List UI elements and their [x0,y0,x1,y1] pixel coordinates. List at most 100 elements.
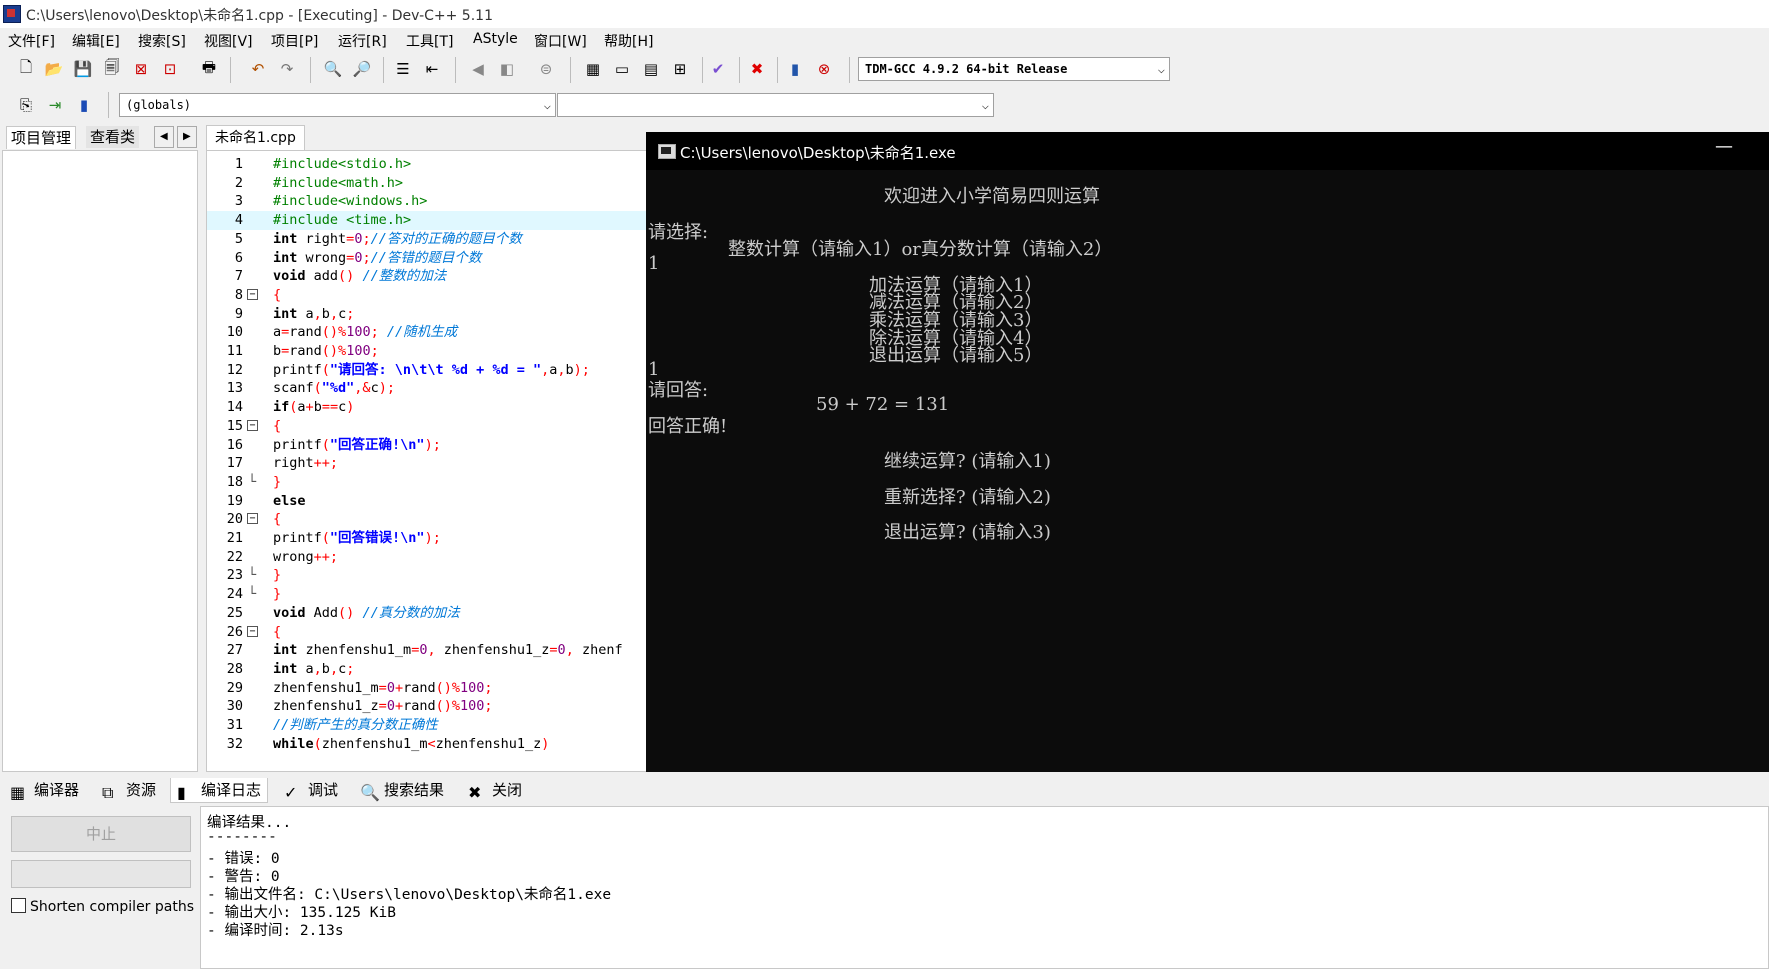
shorten-compiler-paths-checkbox[interactable]: Shorten compiler paths [11,898,194,915]
compile-icon[interactable]: ▦ [582,58,604,80]
bottom-tab-5[interactable]: ✖ 关闭 [462,778,528,802]
code-line[interactable]: 10 a=rand()%100; //随机生成 [207,323,652,342]
menu-item-7[interactable]: AStyle [473,31,518,47]
compiler-select[interactable]: TDM-GCC 4.9.2 64-bit Release ⌵ [858,57,1170,81]
menu-item-4[interactable]: 项目[P] [271,31,318,51]
menu-item-1[interactable]: 编辑[E] [72,31,120,51]
close-file-icon[interactable]: ⊠ [130,58,152,80]
code-line[interactable]: 29 zhenfenshu1_m=0+rand()%100; [207,679,652,698]
minimize-button[interactable]: — [1715,136,1733,157]
code-line[interactable]: 19 else [207,492,652,511]
code-line[interactable]: 1 #include<stdio.h> [207,155,652,174]
close-all-icon[interactable]: ⊡ [159,58,181,80]
profile-icon[interactable]: ▮ [784,58,806,80]
code-line[interactable]: 24 └} [207,585,652,604]
fold-collapse-icon[interactable]: − [247,625,258,637]
code-line[interactable]: 21 printf("回答错误!\n"); [207,529,652,548]
code-line[interactable]: 11 b=rand()%100; [207,342,652,361]
tab-classes[interactable]: 查看类 [86,126,140,148]
toggle-bookmark-icon[interactable]: ⇥ [44,94,66,116]
print-icon[interactable]: 🖶 [198,58,220,80]
menu-item-0[interactable]: 文件[F] [8,31,55,51]
insert-icon[interactable]: ⎘ [15,94,37,116]
code-line[interactable]: 7 void add() //整数的加法 [207,267,652,286]
code-line[interactable]: 32 while(zhenfenshu1_m<zhenfenshu1_z) [207,735,652,754]
code-line[interactable]: 12 printf("请回答: \n\t\t %d + %d = ",a,b); [207,361,652,380]
code-line[interactable]: 17 right++; [207,454,652,473]
code-token: while [273,735,314,752]
code-line[interactable]: 23 └} [207,566,652,585]
code-line[interactable]: 15− { [207,417,652,436]
console-title-bar[interactable]: C:\Users\lenovo\Desktop\未命名1.exe — [646,132,1769,170]
code-line[interactable]: 16 printf("回答正确!\n"); [207,436,652,455]
stop-execution-icon[interactable]: ✖ [746,58,768,80]
bottom-tab-1[interactable]: ⧉ 资源 [96,778,162,802]
goto-bookmark-icon[interactable]: ▮ [73,94,95,116]
console-window[interactable]: C:\Users\lenovo\Desktop\未命名1.exe — 欢迎进入小… [646,132,1769,772]
code-line[interactable]: 25 void Add() //真分数的加法 [207,604,652,623]
rebuild-all-icon[interactable]: ⊞ [669,58,691,80]
code-token: + [305,399,314,416]
code-line[interactable]: 4 #include <time.h> [207,211,652,230]
next-tab-button[interactable]: ▶ [177,126,197,148]
code-line[interactable]: 26− { [207,623,652,642]
fold-collapse-icon[interactable]: − [247,513,258,525]
syntax-check-icon[interactable]: ✔ [707,58,729,80]
scope-select[interactable]: (globals) ⌵ [119,93,556,117]
code-line[interactable]: 31 //判断产生的真分数正确性 [207,716,652,735]
tab-project[interactable]: 项目管理 [6,126,77,149]
goto-forward-icon[interactable]: ◧ [496,58,518,80]
bottom-tab-4[interactable]: 🔍 搜索结果 [354,778,450,802]
save-icon[interactable]: 💾 [72,58,94,80]
menu-item-9[interactable]: 帮助[H] [604,31,653,51]
code-line[interactable]: 13 scanf("%d",&c); [207,379,652,398]
stop-button[interactable]: 中止 [11,816,191,852]
code-editor[interactable]: 1 #include<stdio.h> 2 #include<math.h> 3 #inc… [206,150,653,772]
find-icon[interactable]: 🔍 [322,58,344,80]
menu-item-8[interactable]: 窗口[W] [534,31,587,51]
checkbox-icon[interactable] [11,898,26,913]
unindent-icon[interactable]: ⇤ [421,58,443,80]
tab-untitled-cpp[interactable]: 未命名1.cpp [206,125,305,150]
code-line[interactable]: 2 #include<math.h> [207,174,652,193]
bottom-tab-0[interactable]: ▦ 编译器 [4,778,85,802]
prev-tab-button[interactable]: ◀ [154,126,174,148]
menu-item-2[interactable]: 搜索[S] [138,31,186,51]
open-file-icon[interactable]: 📂 [43,58,65,80]
code-line[interactable]: 18 └} [207,473,652,492]
delete-profile-icon[interactable]: ⊗ [813,58,835,80]
code-line[interactable]: 14 if(a+b==c) [207,398,652,417]
indent-icon[interactable]: ☰ [392,58,414,80]
code-line[interactable]: 30 zhenfenshu1_z=0+rand()%100; [207,697,652,716]
bookmark-icon[interactable]: ⊜ [535,58,557,80]
compile-log-panel: 中止 Shorten compiler paths 编译结果... -------… [0,806,1769,969]
code-line[interactable]: 9 int a,b,c; [207,305,652,324]
code-line[interactable]: 28 int a,b,c; [207,660,652,679]
menu-item-5[interactable]: 运行[R] [338,31,387,51]
code-line[interactable]: 5 int right=0;//答对的正确的题目个数 [207,230,652,249]
project-tree-panel[interactable] [2,150,198,772]
code-line[interactable]: 6 int wrong=0;//答错的题目个数 [207,249,652,268]
goto-back-icon[interactable]: ◀ [467,58,489,80]
compile-log-output[interactable]: 编译结果... -------- - 错误: 0- 警告: 0- 输出文件名: C:… [200,806,1769,969]
fold-collapse-icon[interactable]: − [247,419,258,431]
code-line[interactable]: 27 int zhenfenshu1_m=0, zhenfenshu1_z=0, … [207,641,652,660]
bottom-tab-2[interactable]: ▮ 编译日志 [170,778,269,803]
code-text: int wrong=0;//答错的题目个数 [273,249,481,268]
run-icon[interactable]: ▭ [611,58,633,80]
menu-item-6[interactable]: 工具[T] [406,31,453,51]
member-select[interactable]: ⌵ [557,93,994,117]
compile-run-icon[interactable]: ▤ [640,58,662,80]
redo-icon[interactable]: ↷ [276,58,298,80]
code-line[interactable]: 22 wrong++; [207,548,652,567]
fold-collapse-icon[interactable]: − [247,288,258,300]
code-line[interactable]: 20− { [207,510,652,529]
menu-item-3[interactable]: 视图[V] [204,31,253,51]
bottom-tab-3[interactable]: ✓ 调试 [278,778,344,802]
code-line[interactable]: 8− { [207,286,652,305]
save-all-icon[interactable]: 🗐 [101,58,123,80]
undo-icon[interactable]: ↶ [247,58,269,80]
replace-icon[interactable]: 🔎 [351,58,373,80]
code-line[interactable]: 3 #include<windows.h> [207,192,652,211]
new-file-icon[interactable]: 🗋 [15,58,37,80]
